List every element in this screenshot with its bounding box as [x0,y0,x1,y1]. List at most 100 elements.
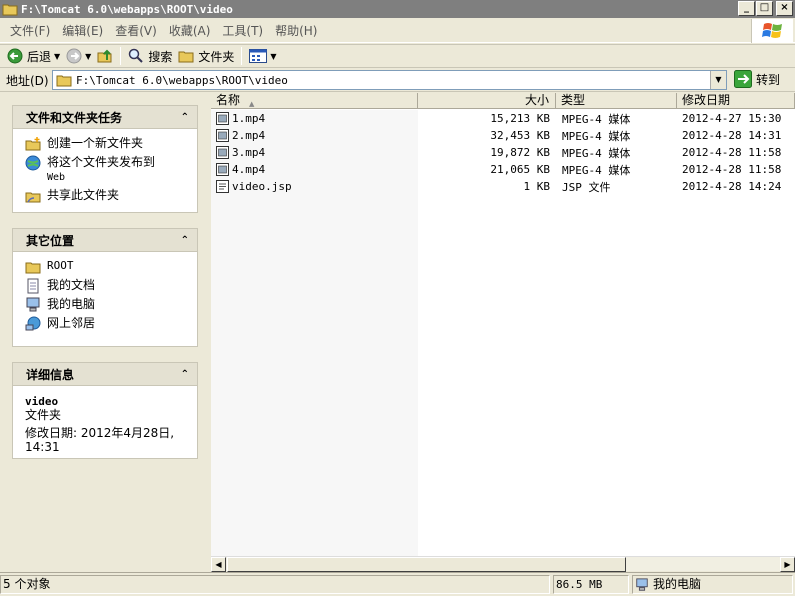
column-size-label: 大小 [524,93,549,107]
address-dropdown-button[interactable]: ▼ [710,71,726,89]
address-label: 地址(D) [6,74,49,88]
video-file-icon [216,112,229,125]
folder-icon [25,262,41,274]
column-date[interactable]: 修改日期 [677,93,795,109]
back-label: 后退 [27,49,52,64]
search-label: 搜索 [148,49,173,64]
file-size: 1 KB [523,180,551,193]
status-location: 我的电脑 [632,575,793,594]
folder-icon [2,4,18,16]
file-name: video.jsp [232,180,292,193]
file-list[interactable]: 名称 ▲ 大小 类型 修改日期 1.mp4 15,213 KB MPEG-4 媒… [211,93,795,572]
menu-view[interactable]: 查看(V) [109,22,163,39]
scroll-right-button[interactable]: ▶ [780,557,795,572]
menu-edit[interactable]: 编辑(E) [56,22,109,39]
file-type: MPEG-4 媒体 [562,112,631,126]
up-folder-button[interactable] [94,46,116,66]
windows-logo [751,19,793,43]
file-date: 2012-4-28 11:58 [682,146,782,159]
menu-tools[interactable]: 工具(T) [216,22,269,39]
status-location-label: 我的电脑 [653,577,702,591]
folders-button[interactable]: 文件夹 [175,46,237,66]
share-folder-icon [25,192,41,203]
task-share-folder-label: 共享此文件夹 [47,188,120,202]
scroll-thumb[interactable] [227,557,626,572]
place-root[interactable]: ROOT [25,259,189,275]
file-name: 2.mp4 [232,129,266,142]
go-arrow-icon [734,70,752,88]
status-size: 86.5 MB [553,575,629,594]
column-name[interactable]: 名称 ▲ [211,93,418,109]
place-root-label: ROOT [47,259,74,272]
place-network-label: 网上邻居 [47,316,96,330]
windows-flag-icon [761,23,782,38]
views-button[interactable]: ▼ [246,46,279,66]
file-name: 4.mp4 [232,163,266,176]
maximize-button[interactable]: □ [756,1,773,16]
go-button[interactable]: 转到 [734,70,780,88]
forward-button[interactable]: ▼ [63,46,94,66]
details-type: 文件夹 [25,408,62,422]
task-new-folder-label: 创建一个新文件夹 [47,136,144,150]
column-size[interactable]: 大小 [418,93,556,109]
column-type[interactable]: 类型 [556,93,677,109]
chevron-down-icon[interactable]: ▼ [54,52,60,61]
horizontal-scrollbar[interactable]: ◀ ▶ [211,556,795,572]
toolbar-separator [241,47,243,65]
scroll-left-button[interactable]: ◀ [211,557,226,572]
table-row[interactable]: 4.mp4 21,065 KB MPEG-4 媒体 2012-4-28 11:5… [211,161,795,178]
place-my-documents[interactable]: 我的文档 [25,278,189,294]
task-share-folder[interactable]: 共享此文件夹 [25,188,189,204]
menu-help[interactable]: 帮助(H) [269,22,323,39]
table-row[interactable]: 2.mp4 32,453 KB MPEG-4 媒体 2012-4-28 14:3… [211,127,795,144]
table-row[interactable]: 1.mp4 15,213 KB MPEG-4 媒体 2012-4-27 15:3… [211,110,795,127]
close-button[interactable]: × [776,1,793,16]
window-title: F:\Tomcat 6.0\webapps\ROOT\video [21,2,233,16]
collapse-icon[interactable]: ⌃ [181,369,189,380]
back-button[interactable]: 后退 ▼ [4,46,63,66]
address-input[interactable]: F:\Tomcat 6.0\webapps\ROOT\video ▼ [52,70,727,90]
place-my-computer-label: 我的电脑 [47,297,96,311]
table-row[interactable]: 3.mp4 19,872 KB MPEG-4 媒体 2012-4-28 11:5… [211,144,795,161]
menu-file[interactable]: 文件(F) [4,22,56,39]
details-modified-1: 修改日期: 2012年4月28日, [25,426,175,440]
details-name: video [25,395,59,408]
chevron-down-icon[interactable]: ▼ [85,52,91,61]
folder-icon [178,51,194,63]
collapse-icon[interactable]: ⌃ [181,235,189,246]
toolbar: 后退 ▼ ▼ 搜索 文件夹 ▼ [0,44,795,68]
search-button[interactable]: 搜索 [125,46,175,66]
task-new-folder[interactable]: 创建一个新文件夹 [25,136,189,152]
file-name: 1.mp4 [232,112,266,125]
title-bar[interactable]: F:\Tomcat 6.0\webapps\ROOT\video _ □ × [0,0,795,18]
file-size: 19,872 KB [490,146,550,159]
file-date: 2012-4-28 14:24 [682,180,782,193]
file-type: JSP 文件 [562,180,611,194]
file-type: MPEG-4 媒体 [562,129,631,143]
menu-bar: 文件(F) 编辑(E) 查看(V) 收藏(A) 工具(T) 帮助(H) [0,19,795,43]
column-type-label: 类型 [561,93,586,107]
file-tasks-title: 文件和文件夹任务 [26,110,123,125]
file-tasks-header[interactable]: 文件和文件夹任务 ⌃ [13,106,197,129]
place-network[interactable]: 网上邻居 [25,316,189,332]
file-date: 2012-4-28 14:31 [682,129,782,142]
file-size: 21,065 KB [490,163,550,176]
menu-favorites[interactable]: 收藏(A) [163,22,217,39]
table-row[interactable]: video.jsp 1 KB JSP 文件 2012-4-28 14:24 [211,178,795,195]
file-size: 15,213 KB [490,112,550,125]
other-places-header[interactable]: 其它位置 ⌃ [13,229,197,252]
network-icon [25,316,41,331]
collapse-icon[interactable]: ⌃ [181,112,189,123]
task-publish-web[interactable]: 将这个文件夹发布到 Web [25,155,189,185]
details-header[interactable]: 详细信息 ⌃ [13,363,197,386]
chevron-down-icon[interactable]: ▼ [270,52,276,61]
new-folder-icon [25,137,41,151]
my-computer-icon [636,577,648,591]
status-bar: 5 个对象 86.5 MB 我的电脑 [0,572,795,596]
publish-web-icon [25,155,41,171]
minimize-button[interactable]: _ [738,1,755,16]
search-icon [129,48,144,63]
column-date-label: 修改日期 [682,93,731,107]
place-my-computer[interactable]: 我的电脑 [25,297,189,313]
file-date: 2012-4-27 15:30 [682,112,782,125]
